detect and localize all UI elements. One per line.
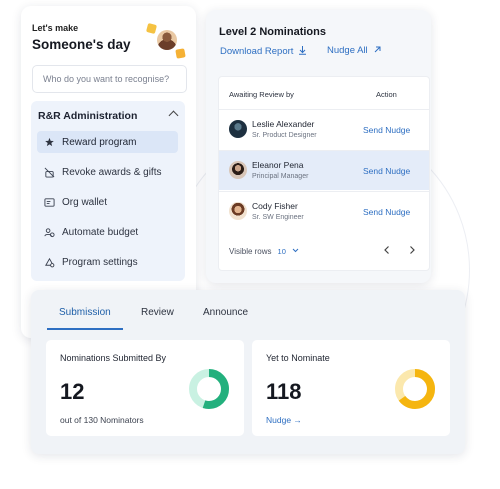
tab-announce[interactable]: Announce [203, 307, 248, 318]
menu-item-label: Reward program [62, 136, 137, 148]
nominations-card: Level 2 Nominations Download Report Nudg… [206, 10, 431, 283]
reviewer-role: Principal Manager [252, 173, 309, 180]
download-report-label: Download Report [220, 45, 294, 57]
table-row: Cody Fisher Sr. SW Engineer Send Nudge [219, 191, 429, 231]
recognize-eyebrow: Let's make [32, 23, 79, 33]
yet-to-nominate-card: Yet to Nominate 118 Nudge → [252, 340, 450, 436]
reviewer-name: Cody Fisher [252, 201, 298, 211]
avatar [229, 120, 247, 138]
arrow-up-right-icon [373, 45, 382, 56]
submitted-donut-chart [189, 369, 229, 409]
gift-star-icon [44, 137, 55, 148]
menu-item-label: Org wallet [62, 196, 108, 208]
menu-item-org-wallet[interactable]: Org wallet [37, 191, 178, 213]
previous-page-icon[interactable] [383, 245, 391, 258]
chevron-up-icon[interactable] [168, 110, 179, 121]
table-header: Awaiting Review by Action [219, 77, 429, 109]
nomination-stats-card: Submission Review Announce Nominations S… [31, 290, 465, 454]
column-header-awaiting: Awaiting Review by [229, 90, 294, 99]
active-tab-indicator [47, 328, 123, 330]
stat-title: Yet to Nominate [266, 353, 330, 363]
stat-value: 118 [266, 379, 302, 404]
revoke-icon [44, 167, 55, 178]
download-report-link[interactable]: Download Report [220, 45, 307, 57]
menu-item-label: Revoke awards & gifts [62, 166, 162, 178]
send-nudge-button[interactable]: Send Nudge [363, 207, 410, 217]
stat-value: 12 [60, 379, 85, 404]
menu-item-revoke-awards[interactable]: Revoke awards & gifts [37, 161, 178, 183]
badge-icon [175, 48, 186, 59]
settings-icon [44, 257, 55, 268]
send-nudge-button[interactable]: Send Nudge [363, 125, 410, 135]
chevron-down-icon[interactable] [292, 248, 299, 255]
next-page-icon[interactable] [408, 245, 416, 258]
tab-review[interactable]: Review [141, 307, 174, 318]
recognise-search-input[interactable]: Who do you want to recognise? [32, 65, 187, 93]
yet-donut-chart [395, 369, 435, 409]
menu-item-label: Automate budget [62, 226, 139, 238]
nudge-all-link[interactable]: Nudge All [327, 45, 382, 56]
avatar[interactable] [157, 30, 177, 50]
reviewer-role: Sr. SW Engineer [252, 214, 304, 221]
reviewer-name: Eleanor Pena [252, 160, 304, 170]
menu-item-label: Program settings [62, 256, 138, 268]
recognize-title: Someone's day [32, 37, 131, 52]
nominations-table: Awaiting Review by Action Leslie Alexand… [218, 76, 430, 271]
stat-title: Nominations Submitted By [60, 353, 167, 363]
menu-item-reward-program[interactable]: Reward program [37, 131, 178, 153]
tab-submission[interactable]: Submission [59, 307, 111, 318]
stat-subtext: out of 130 Nominators [60, 415, 144, 425]
menu-item-program-settings[interactable]: Program settings [37, 251, 178, 273]
download-icon [298, 45, 307, 57]
submitted-stat-card: Nominations Submitted By 12 out of 130 N… [46, 340, 244, 436]
nudge-link[interactable]: Nudge → [266, 415, 302, 425]
admin-menu-panel: R&R Administration Reward program Revoke… [31, 101, 185, 281]
table-row: Leslie Alexander Sr. Product Designer Se… [219, 109, 429, 149]
table-row: Eleanor Pena Principal Manager Send Nudg… [219, 150, 429, 190]
reviewer-role: Sr. Product Designer [252, 132, 317, 139]
badge-icon [145, 22, 158, 35]
admin-menu-title: R&R Administration [38, 110, 138, 122]
nudge-all-label: Nudge All [327, 45, 368, 56]
reviewer-name: Leslie Alexander [252, 119, 315, 129]
menu-item-automate-budget[interactable]: Automate budget [37, 221, 178, 243]
users-icon [44, 227, 55, 238]
send-nudge-button[interactable]: Send Nudge [363, 166, 410, 176]
avatar [229, 161, 247, 179]
column-header-action: Action [376, 90, 397, 99]
avatar [229, 202, 247, 220]
visible-rows-control[interactable]: Visible rows 10 [229, 247, 299, 256]
nominations-title: Level 2 Nominations [219, 26, 326, 38]
wallet-icon [44, 197, 55, 208]
visible-rows-label: Visible rows [229, 247, 272, 256]
visible-rows-select[interactable]: 10 [278, 247, 286, 256]
